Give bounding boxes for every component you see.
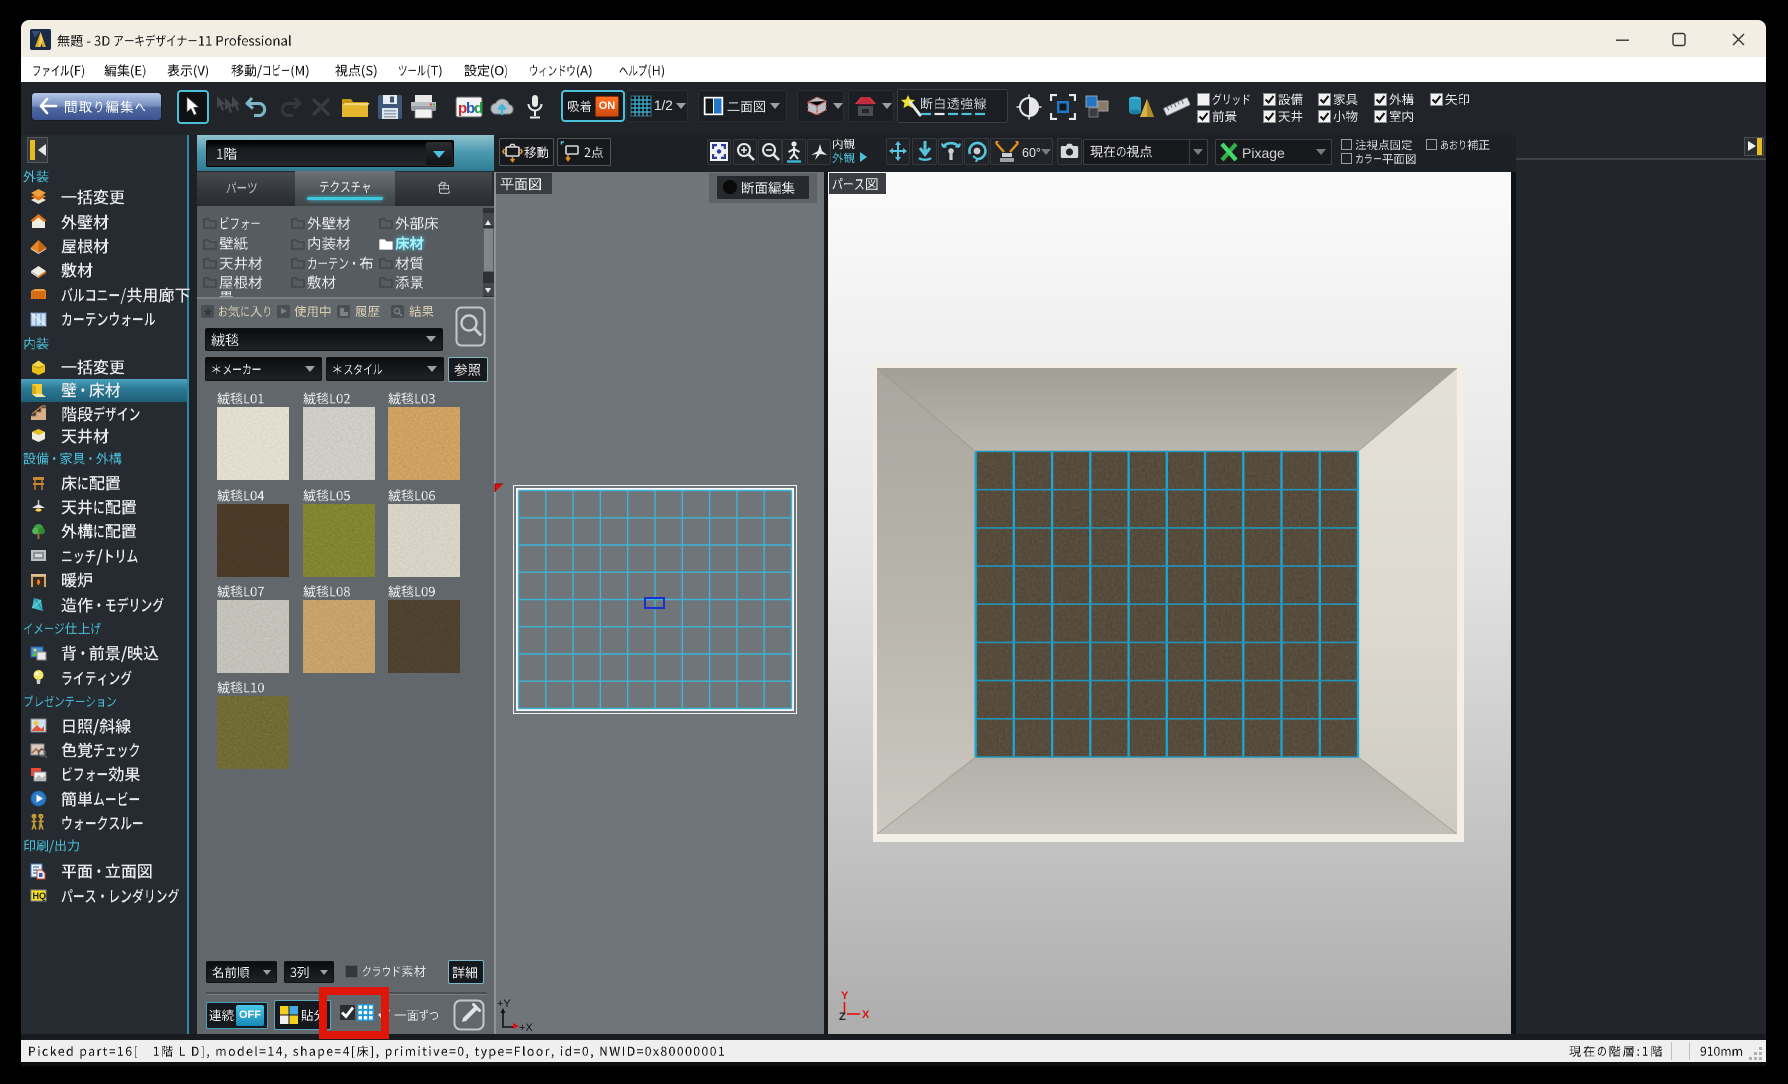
svg-text:Z: Z <box>839 1011 846 1023</box>
svg-text:HQ: HQ <box>33 891 47 901</box>
svg-text:Y: Y <box>841 990 849 1002</box>
svg-text:X: X <box>862 1009 870 1021</box>
svg-text:+Y: +Y <box>497 998 511 1010</box>
svg-text:+X: +X <box>519 1022 533 1034</box>
svg-text:d: d <box>474 100 483 117</box>
